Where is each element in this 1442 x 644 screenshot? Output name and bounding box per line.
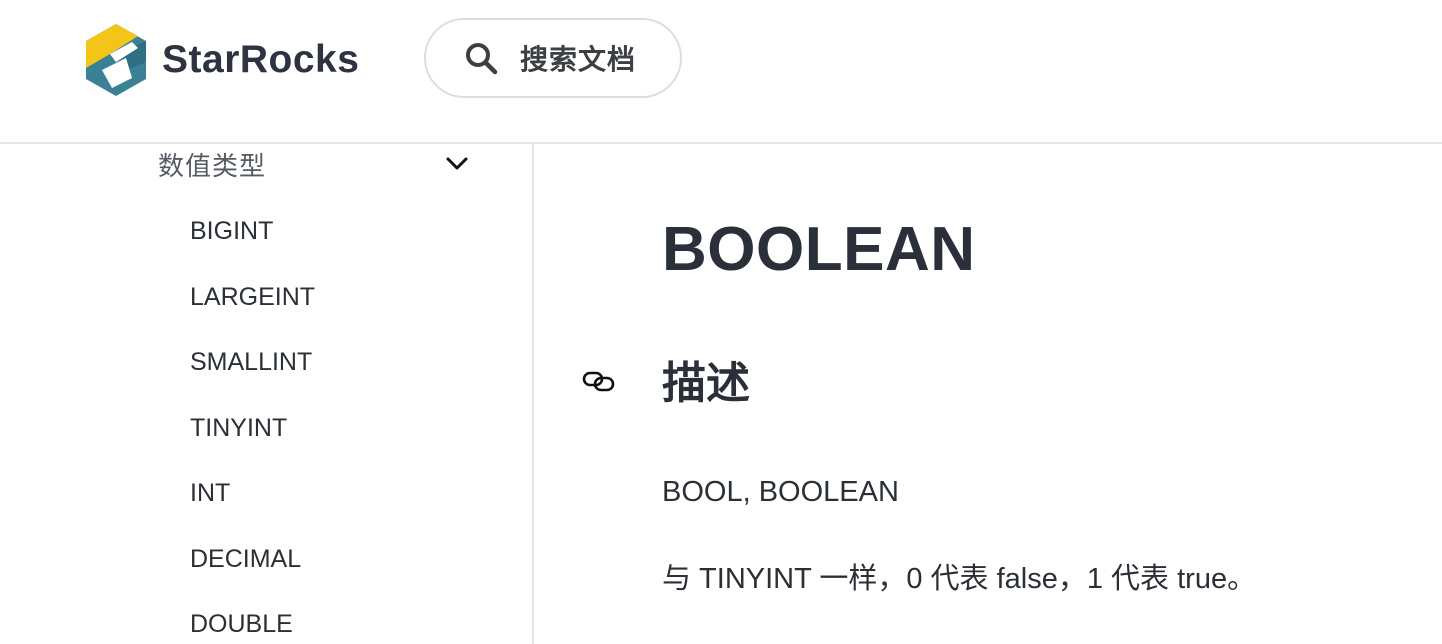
sidebar-item-largeint[interactable]: LARGEINT	[190, 282, 315, 312]
sidebar-item-smallint[interactable]: SMALLINT	[190, 347, 312, 377]
sidebar-category-label: 数值类型	[158, 150, 267, 181]
logo-text: StarRocks	[162, 38, 360, 81]
sidebar-item-tinyint[interactable]: TINYINT	[190, 413, 287, 443]
logo[interactable]: StarRocks	[82, 22, 382, 98]
paragraph-types: BOOL, BOOLEAN	[662, 476, 899, 508]
page-title: BOOLEAN	[662, 215, 976, 284]
chevron-down-icon	[446, 157, 468, 170]
top-navbar: StarRocks 搜索文档	[0, 0, 1442, 144]
main-content: BOOLEAN 描述 BOOL, BOOLEAN 与 TINYINT 一样，0 …	[534, 144, 1442, 644]
starrocks-logo-icon	[86, 24, 146, 96]
sidebar: 数值类型 BIGINT LARGEINT SMALLINT TINYINT IN…	[0, 144, 534, 644]
search-label: 搜索文档	[520, 44, 637, 75]
sidebar-item-double[interactable]: DOUBLE	[190, 609, 293, 639]
sidebar-item-int[interactable]: INT	[190, 478, 230, 508]
search-icon	[466, 43, 498, 75]
sidebar-item-decimal[interactable]: DECIMAL	[190, 544, 301, 574]
sidebar-category-numeric-types[interactable]: 数值类型	[158, 146, 476, 182]
sidebar-item-bigint[interactable]: BIGINT	[190, 216, 273, 246]
search-button[interactable]: 搜索文档	[424, 18, 682, 98]
link-icon[interactable]	[582, 366, 616, 396]
section-heading-description: 描述	[662, 359, 750, 408]
paragraph-description: 与 TINYINT 一样，0 代表 false，1 代表 true。	[662, 563, 1257, 595]
